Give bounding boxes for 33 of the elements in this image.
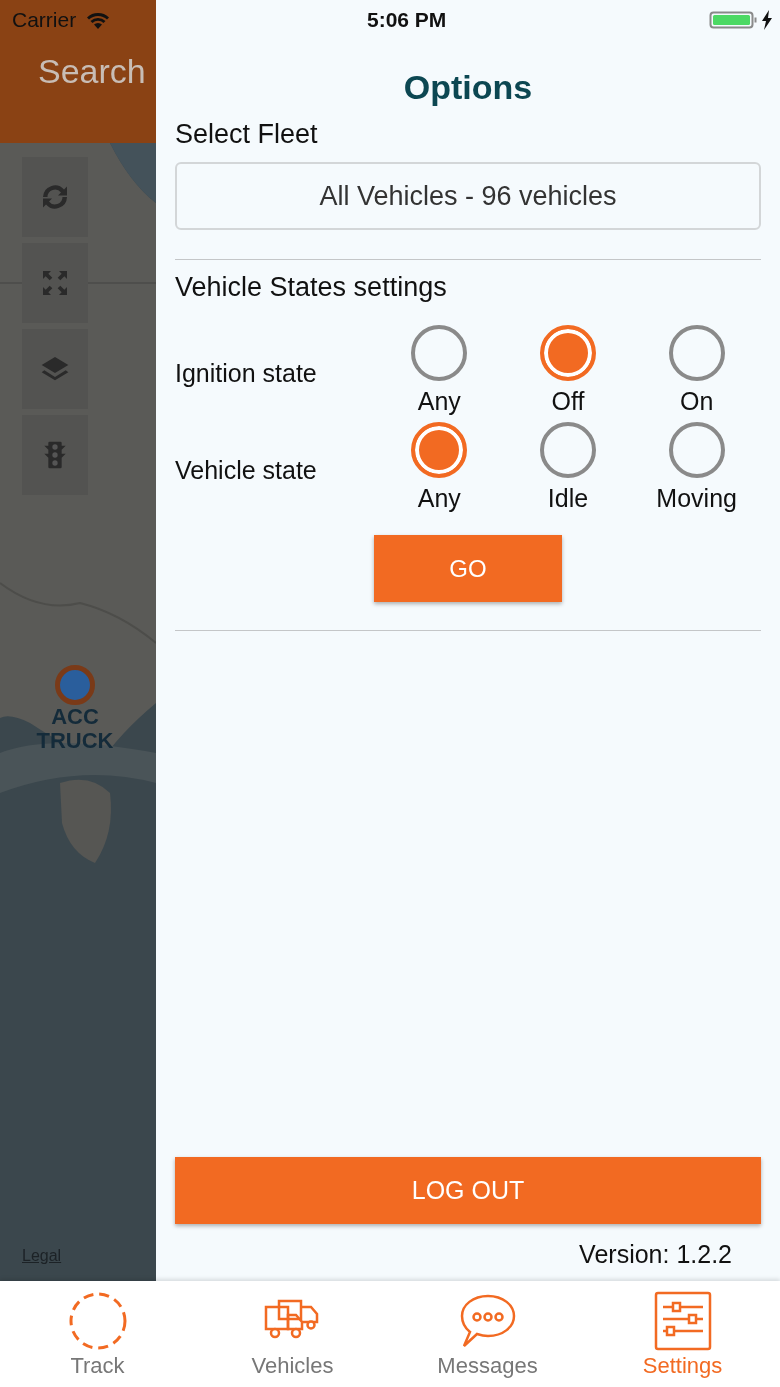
radio-label: Any xyxy=(417,484,461,513)
go-button[interactable]: GO xyxy=(374,535,562,602)
state-label: Vehicle state xyxy=(175,455,318,485)
charging-icon xyxy=(761,10,773,30)
radio-label: Any xyxy=(417,387,461,416)
radio-label: Moving xyxy=(656,484,737,513)
radio-label: On xyxy=(680,387,714,416)
status-time: 5:06 PM xyxy=(367,8,447,32)
carrier-label: Carrier xyxy=(12,8,77,32)
sliders-icon xyxy=(652,1291,713,1351)
fleet-selector[interactable]: All Vehicles - 96 vehicles xyxy=(175,162,761,230)
fleet-label: Select Fleet xyxy=(175,119,319,150)
version-label: Version: 1.2.2 xyxy=(579,1240,732,1269)
screen-title: Search xyxy=(37,52,147,91)
logout-button[interactable]: LOG OUT xyxy=(175,1157,761,1224)
battery-icon xyxy=(709,10,759,30)
dashed-circle-icon xyxy=(67,1291,128,1351)
radio-button[interactable] xyxy=(540,325,596,381)
section-title: Vehicle States settings xyxy=(175,272,448,303)
tab[interactable]: Track xyxy=(0,1281,195,1387)
radio-label: Idle xyxy=(547,484,589,513)
refresh-icon[interactable] xyxy=(22,157,88,237)
radio-button[interactable] xyxy=(540,422,596,478)
options-title: Options xyxy=(402,68,534,107)
marker-label: ACC TRUCK xyxy=(35,705,115,754)
layers-icon[interactable] xyxy=(22,329,88,409)
expand-icon[interactable] xyxy=(22,243,88,323)
tab[interactable]: Vehicles xyxy=(195,1281,390,1387)
tab[interactable]: Settings xyxy=(585,1281,780,1387)
state-label: Ignition state xyxy=(175,358,318,388)
traffic-light-icon[interactable] xyxy=(22,415,88,495)
radio-label: Off xyxy=(551,387,585,416)
tab[interactable]: Messages xyxy=(390,1281,585,1387)
